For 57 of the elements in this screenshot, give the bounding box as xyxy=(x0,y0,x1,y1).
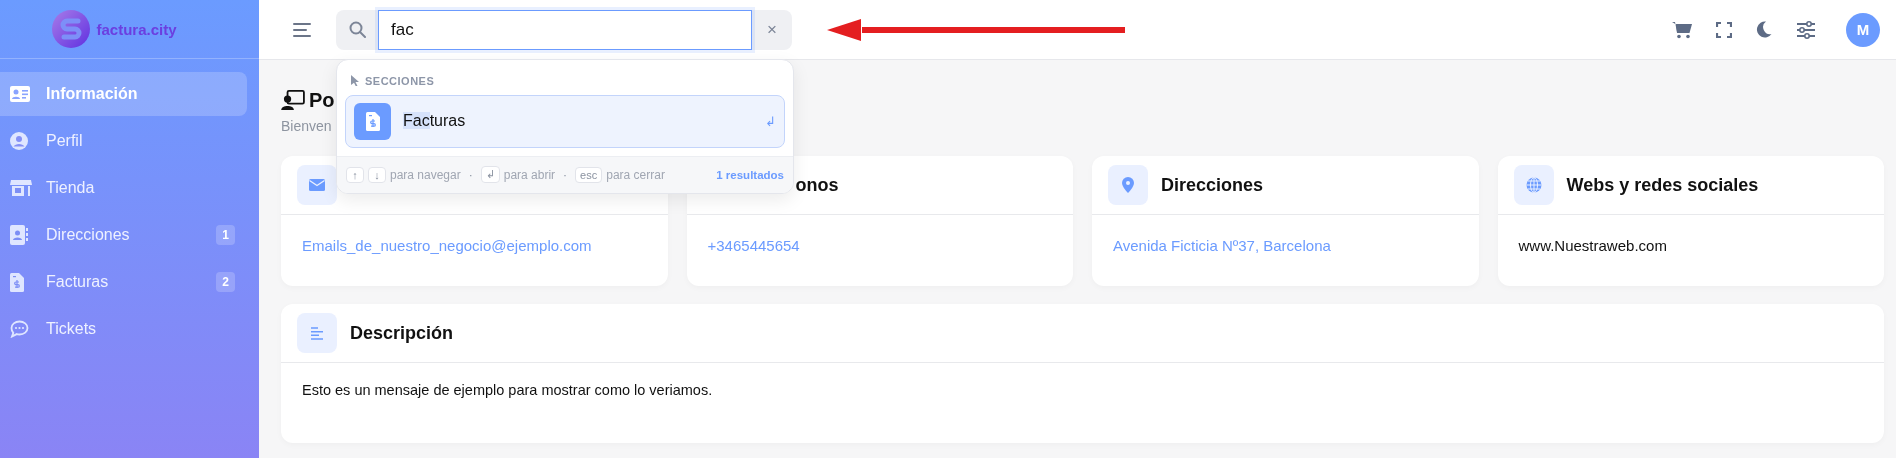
page-title: Po xyxy=(309,88,335,112)
cursor-icon xyxy=(351,75,359,86)
contact-book-icon xyxy=(10,225,28,245)
search-icon xyxy=(348,21,366,38)
store-icon xyxy=(10,179,32,197)
count-badge: 1 xyxy=(216,225,235,245)
separator: · xyxy=(563,167,568,182)
card-title: Direcciones xyxy=(1161,174,1264,196)
card-title: Webs y redes sociales xyxy=(1566,174,1759,196)
search-field[interactable]: fac xyxy=(378,9,752,50)
enter-icon: ↲ xyxy=(765,113,776,129)
menu-icon[interactable] xyxy=(293,22,311,37)
align-left-icon xyxy=(310,326,324,340)
separator: · xyxy=(468,167,473,182)
card-link[interactable]: Emails_de_nuestro_negocio@ejemplo.com xyxy=(302,237,592,254)
page-subtitle: Bienven xyxy=(281,118,332,134)
location-pin-icon xyxy=(1122,177,1134,193)
search-result[interactable]: Facturas ↲ xyxy=(345,94,785,148)
hint-text: para navegar xyxy=(390,167,461,182)
key-hint: ↑ xyxy=(346,166,364,183)
card-value: www.Nuestraweb.com xyxy=(1518,237,1667,254)
settings-icon[interactable] xyxy=(1796,20,1816,39)
envelope-icon xyxy=(309,179,325,191)
user-circle-icon xyxy=(10,132,28,150)
user-avatar[interactable]: M xyxy=(1846,12,1880,47)
sidebar-item[interactable]: Información xyxy=(0,72,247,116)
cart-icon[interactable] xyxy=(1672,20,1692,39)
key-hint: ↓ xyxy=(368,166,386,183)
brand-name: factura.city xyxy=(96,20,177,38)
sidebar-item[interactable]: Facturas 2 xyxy=(0,260,247,304)
key-hint: esc xyxy=(575,166,603,183)
moon-icon[interactable] xyxy=(1756,21,1772,38)
invoice-icon xyxy=(10,272,24,292)
description-text: Esto es un mensaje de ejemplo para mostrar como lo veriamos. xyxy=(302,382,713,398)
sidebar-item[interactable]: Perfil xyxy=(0,119,247,163)
invoice-icon xyxy=(365,111,380,131)
hint-text: para abrir xyxy=(503,167,556,182)
hint-text: para cerrar xyxy=(606,167,665,182)
card-link[interactable]: Avenida Ficticia Nº37, Barcelona xyxy=(1113,237,1331,254)
card-title: Descripción xyxy=(350,322,454,344)
sidebar-item[interactable]: Tienda xyxy=(0,166,247,210)
result-count: 1 resultados xyxy=(716,168,784,181)
section-heading: SECCIONES xyxy=(365,74,435,87)
presenter-icon xyxy=(281,90,305,110)
chat-bubble-icon xyxy=(10,320,29,338)
count-badge: 2 xyxy=(216,272,235,292)
sidebar-item[interactable]: Direcciones 1 xyxy=(0,213,247,257)
sidebar-item[interactable]: Tickets xyxy=(0,307,247,351)
fullscreen-icon[interactable] xyxy=(1716,21,1732,38)
key-hint: ↲ xyxy=(480,166,500,183)
clear-button[interactable]: × xyxy=(752,9,792,50)
result-label: Facturas xyxy=(403,112,467,130)
logo-icon xyxy=(52,10,91,48)
id-card-icon xyxy=(10,86,30,102)
card-title: onos xyxy=(795,174,839,196)
globe-icon xyxy=(1525,177,1542,193)
card-link[interactable]: +3465445654 xyxy=(707,237,800,254)
